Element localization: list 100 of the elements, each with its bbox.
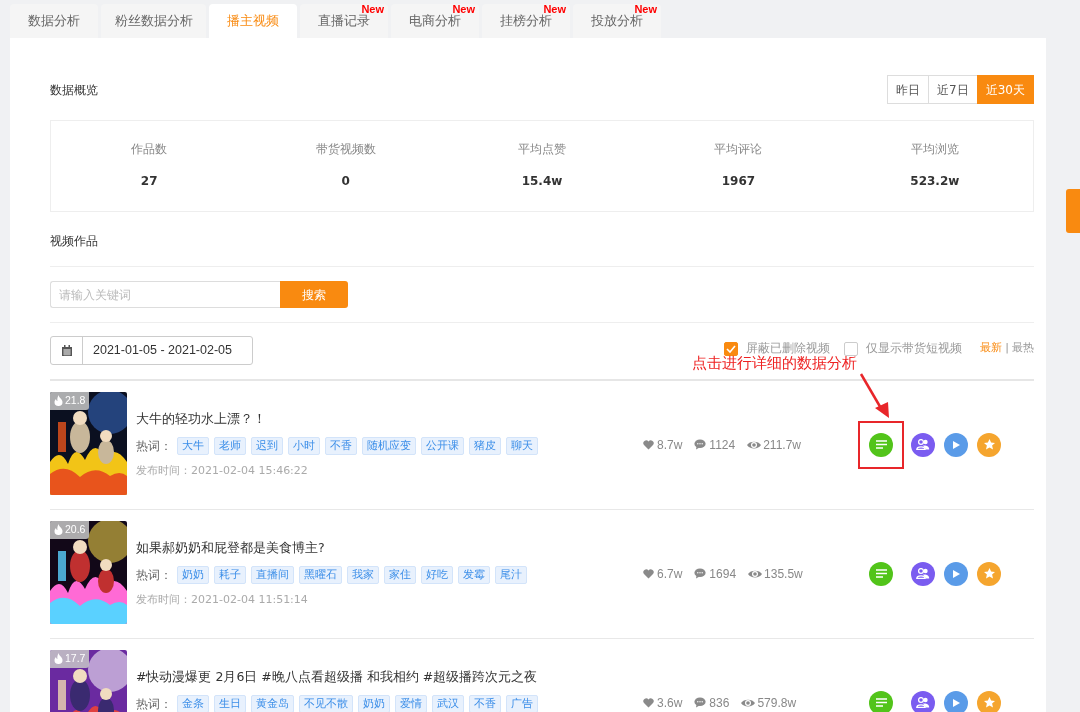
detail-button[interactable] <box>869 690 893 712</box>
hotword-tag[interactable]: 直播间 <box>251 565 294 584</box>
hotword-tag[interactable]: 黄金岛 <box>251 694 294 712</box>
flame-icon <box>54 395 63 407</box>
hotword-tag[interactable]: 老师 <box>214 436 246 455</box>
detail-button[interactable] <box>869 432 893 457</box>
eye-icon <box>747 439 762 450</box>
hotword-tag[interactable]: 尾汁 <box>495 565 527 584</box>
range-button[interactable]: 昨日 <box>887 75 930 104</box>
hotword-tag[interactable]: 家住 <box>384 565 416 584</box>
hotword-tag[interactable]: 不见不散 <box>299 694 353 712</box>
stat-label: 平均点赞 <box>518 141 566 158</box>
hotword-tag[interactable]: 我家 <box>347 565 379 584</box>
comment-icon <box>694 697 707 708</box>
hotword-tag[interactable]: 爱情 <box>395 694 427 712</box>
video-title[interactable]: 大牛的轻功水上漂？！ <box>136 410 635 429</box>
play-button[interactable] <box>944 561 968 586</box>
detail-button[interactable] <box>869 561 893 586</box>
views-count: 579.8w <box>757 694 797 712</box>
play-icon <box>952 569 960 578</box>
section-title: 数据概览 <box>50 81 98 99</box>
people-icon <box>916 439 930 450</box>
star-icon <box>983 697 995 708</box>
views-count: 211.7w <box>763 436 801 454</box>
filter-label: 屏蔽已删除视频 <box>746 339 831 355</box>
hotwords-label: 热词： <box>136 437 172 455</box>
calendar-icon <box>60 344 73 357</box>
heart-icon <box>643 697 654 708</box>
tab[interactable]: 播主视频 <box>209 4 297 38</box>
play-icon <box>952 698 960 707</box>
stat-value: 1967 <box>721 173 756 191</box>
hotword-tag[interactable]: 不香 <box>325 436 357 455</box>
hotword-tag[interactable]: 好吃 <box>421 565 453 584</box>
hotword-tag[interactable]: 猪皮 <box>469 436 501 455</box>
hotword-tag[interactable]: 公开课 <box>421 436 464 455</box>
heart-icon <box>643 568 654 579</box>
video-title[interactable]: 如果郝奶奶和屁登都是美食博主? <box>136 539 635 558</box>
favorite-button[interactable] <box>977 432 1001 457</box>
hotword-tag[interactable]: 聊天 <box>506 436 538 455</box>
flame-icon <box>54 524 63 536</box>
star-icon <box>983 568 995 579</box>
sort-option[interactable]: 最热 <box>1012 340 1034 357</box>
sort-option[interactable]: 最新 <box>980 340 1003 357</box>
publish-time: 发布时间：2021-02-04 11:51:14 <box>136 591 309 608</box>
star-icon <box>983 439 995 450</box>
stat-label: 平均评论 <box>714 141 763 158</box>
flame-icon <box>54 653 63 665</box>
people-icon <box>916 697 930 708</box>
hotword-tag[interactable]: 武汉 <box>432 694 464 712</box>
heat-badge: 21.8 <box>50 392 90 410</box>
hotword-tag[interactable]: 奶奶 <box>358 694 390 712</box>
annotation-text: 点击进行详细的数据分析 <box>692 356 857 371</box>
fans-button[interactable] <box>911 690 935 712</box>
fans-button[interactable] <box>911 561 935 586</box>
views-count: 135.5w <box>764 565 803 583</box>
list-icon <box>875 440 887 449</box>
stat-value: 27 <box>140 173 158 191</box>
hotword-tag[interactable]: 金条 <box>177 694 209 712</box>
hotword-tag[interactable]: 不香 <box>469 694 501 712</box>
hotword-tag[interactable]: 黑曜石 <box>299 565 342 584</box>
hotword-tag[interactable]: 奶奶 <box>177 565 209 584</box>
favorite-button[interactable] <box>977 690 1001 712</box>
video-title[interactable]: #快动漫爆更 2月6日 #晚八点看超级播 和我相约 #超级播跨次元之夜 <box>136 668 635 687</box>
publish-time: 发布时间：2021-02-04 15:46:22 <box>136 462 309 479</box>
list-icon <box>875 698 887 707</box>
checkbox[interactable] <box>724 341 739 356</box>
fans-button[interactable] <box>911 432 935 457</box>
annotation-arrow <box>858 372 892 420</box>
range-button[interactable]: 近7日 <box>928 75 978 104</box>
search-field[interactable]: 请输入关键词 <box>50 281 280 308</box>
hotwords-label: 热词： <box>136 695 172 712</box>
new-label: New <box>361 4 384 15</box>
tab[interactable]: 粉丝数据分析 <box>101 4 206 38</box>
stat-label: 作品数 <box>131 141 168 158</box>
play-button[interactable] <box>944 690 968 712</box>
favorite-button[interactable] <box>977 561 1001 586</box>
comment-icon <box>694 439 707 450</box>
list-icon <box>875 569 887 578</box>
hotword-tag[interactable]: 广告 <box>506 694 538 712</box>
play-button[interactable] <box>944 432 968 457</box>
hotwords-label: 热词： <box>136 566 172 584</box>
filter-label: 仅显示带货短视频 <box>866 339 963 357</box>
hotword-tag[interactable]: 发霉 <box>458 565 490 584</box>
hotword-tag[interactable]: 随机应变 <box>362 436 416 455</box>
checkbox[interactable] <box>844 341 859 356</box>
search-button[interactable]: 搜索 <box>280 281 348 308</box>
new-label: New <box>452 4 475 15</box>
section-title: 视频作品 <box>50 234 98 248</box>
hotword-tag[interactable]: 迟到 <box>251 436 283 455</box>
likes-count: 8.7w <box>657 436 683 454</box>
hotword-tag[interactable]: 小时 <box>288 436 320 455</box>
date-range-field[interactable]: 2021-01-05 - 2021-02-05 <box>50 336 253 365</box>
eye-icon <box>741 697 756 708</box>
hotword-tag[interactable]: 耗子 <box>214 565 246 584</box>
hotword-tag[interactable]: 大牛 <box>177 436 209 455</box>
people-icon <box>916 568 930 579</box>
tab[interactable]: 数据分析 <box>10 4 98 38</box>
heat-badge: 20.6 <box>50 521 90 539</box>
hotword-tag[interactable]: 生日 <box>214 694 246 712</box>
range-button[interactable]: 近30天 <box>976 75 1034 104</box>
